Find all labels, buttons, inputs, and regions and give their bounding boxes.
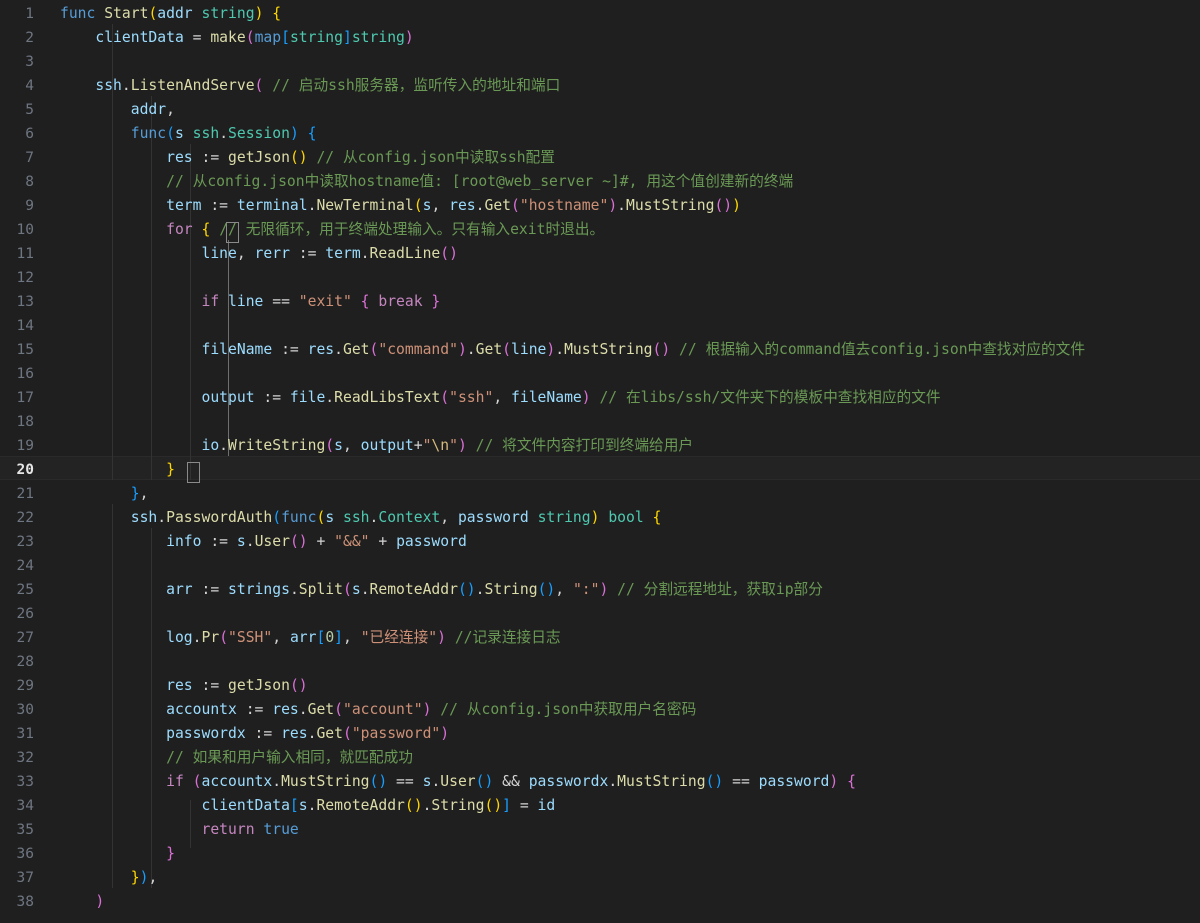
line-number[interactable]: 12 bbox=[0, 266, 34, 290]
line-number[interactable]: 26 bbox=[0, 602, 34, 626]
line-number[interactable]: 30 bbox=[0, 698, 34, 722]
line-number[interactable]: 31 bbox=[0, 722, 34, 746]
line-number[interactable]: 37 bbox=[0, 866, 34, 890]
token-comment: // 将文件内容打印到终端给用户 bbox=[475, 437, 694, 454]
line-number[interactable]: 29 bbox=[0, 674, 34, 698]
line-number[interactable]: 35 bbox=[0, 818, 34, 842]
token-string: "hostname" bbox=[519, 197, 609, 214]
code-line-17[interactable]: output := file.ReadLibsText("ssh", fileN… bbox=[60, 386, 941, 410]
line-number[interactable]: 28 bbox=[0, 650, 34, 674]
code-line-10[interactable]: for { // 无限循环，用于终端处理输入。只有输入exit时退出。 bbox=[60, 218, 604, 242]
token-string: "已经连接" bbox=[360, 629, 438, 646]
code-line-31[interactable]: passwordx := res.Get("password") bbox=[60, 722, 449, 746]
token-number: 0 bbox=[325, 629, 335, 646]
token-comment: // 分割远程地址，获取ip部分 bbox=[617, 581, 823, 598]
token-string: "account" bbox=[343, 701, 423, 718]
code-line-15[interactable]: fileName := res.Get("command").Get(line)… bbox=[60, 338, 1085, 362]
token-string: "ssh" bbox=[449, 389, 494, 406]
line-number[interactable]: 8 bbox=[0, 170, 34, 194]
token-comment: // 从config.json中读取hostname值: [root@web_s… bbox=[166, 173, 794, 190]
token-function: Start bbox=[104, 5, 149, 22]
code-line-30[interactable]: accountx := res.Get("account") // 从confi… bbox=[60, 698, 696, 722]
token-string: "&&" bbox=[334, 533, 370, 550]
token-string: "password" bbox=[351, 725, 441, 742]
token-string: "command" bbox=[378, 341, 458, 358]
code-editor[interactable]: 1 2 3 4 5 6 7 8 9 10 11 12 13 14 15 16 1… bbox=[0, 0, 1200, 923]
bracket-close: } bbox=[166, 461, 175, 478]
line-number[interactable]: 13 bbox=[0, 290, 34, 314]
line-number[interactable]: 17 bbox=[0, 386, 34, 410]
token-escape: \n bbox=[431, 437, 450, 454]
line-number[interactable]: 33 bbox=[0, 770, 34, 794]
code-line-20[interactable]: } bbox=[60, 458, 175, 482]
token-string: ":" bbox=[572, 581, 600, 598]
code-line-7[interactable]: res := getJson() // 从config.json中读取ssh配置 bbox=[60, 146, 555, 170]
line-number[interactable]: 27 bbox=[0, 626, 34, 650]
code-line-9[interactable]: term := terminal.NewTerminal(s, res.Get(… bbox=[60, 194, 741, 218]
line-number[interactable]: 1 bbox=[0, 2, 34, 26]
code-line-11[interactable]: line, rerr := term.ReadLine() bbox=[60, 242, 457, 266]
code-line-37[interactable]: }), bbox=[60, 866, 158, 890]
line-number[interactable]: 19 bbox=[0, 434, 34, 458]
code-line-6[interactable]: func(s ssh.Session) { bbox=[60, 122, 317, 146]
line-number[interactable]: 4 bbox=[0, 74, 34, 98]
token-comment: // 在libs/ssh/文件夹下的模板中查找相应的文件 bbox=[599, 389, 941, 406]
code-line-33[interactable]: if (accountx.MustString() == s.User() &&… bbox=[60, 770, 856, 794]
token-comment: // 无限循环，用于终端处理输入。只有输入exit时退出。 bbox=[219, 221, 605, 238]
line-number[interactable]: 15 bbox=[0, 338, 34, 362]
line-number-active[interactable]: 20 bbox=[0, 458, 34, 482]
line-number[interactable]: 3 bbox=[0, 50, 34, 74]
token-string: "SSH" bbox=[228, 629, 273, 646]
line-number[interactable]: 32 bbox=[0, 746, 34, 770]
line-number[interactable]: 23 bbox=[0, 530, 34, 554]
line-number[interactable]: 16 bbox=[0, 362, 34, 386]
code-line-5[interactable]: addr, bbox=[60, 98, 175, 122]
line-number[interactable]: 5 bbox=[0, 98, 34, 122]
code-line-25[interactable]: arr := strings.Split(s.RemoteAddr().Stri… bbox=[60, 578, 823, 602]
code-line-27[interactable]: log.Pr("SSH", arr[0], "已经连接") //记录连接日志 bbox=[60, 626, 561, 650]
line-number[interactable]: 34 bbox=[0, 794, 34, 818]
code-line-4[interactable]: ssh.ListenAndServe( // 启动ssh服务器，监听传入的地址和… bbox=[60, 74, 560, 98]
line-number[interactable]: 18 bbox=[0, 410, 34, 434]
code-line-29[interactable]: res := getJson() bbox=[60, 674, 308, 698]
line-number[interactable]: 6 bbox=[0, 122, 34, 146]
token-comment: // 从config.json中获取用户名密码 bbox=[440, 701, 697, 718]
code-line-35[interactable]: return true bbox=[60, 818, 298, 842]
line-number-gutter[interactable]: 1 2 3 4 5 6 7 8 9 10 11 12 13 14 15 16 1… bbox=[0, 0, 46, 923]
token-comment: // 从config.json中读取ssh配置 bbox=[316, 149, 555, 166]
code-line-36[interactable]: } bbox=[60, 842, 175, 866]
code-line-23[interactable]: info := s.User() + "&&" + password bbox=[60, 530, 467, 554]
line-number[interactable]: 25 bbox=[0, 578, 34, 602]
line-number[interactable]: 14 bbox=[0, 314, 34, 338]
line-number[interactable]: 9 bbox=[0, 194, 34, 218]
line-number[interactable]: 21 bbox=[0, 482, 34, 506]
code-line-34[interactable]: clientData[s.RemoteAddr().String()] = id bbox=[60, 794, 555, 818]
code-line-22[interactable]: ssh.PasswordAuth(func(s ssh.Context, pas… bbox=[60, 506, 662, 530]
line-number[interactable]: 11 bbox=[0, 242, 34, 266]
code-text-area[interactable]: func Start(addr string) { clientData = m… bbox=[60, 0, 1200, 923]
code-line-21[interactable]: }, bbox=[60, 482, 149, 506]
line-number[interactable]: 24 bbox=[0, 554, 34, 578]
line-number[interactable]: 10 bbox=[0, 218, 34, 242]
code-line-2[interactable]: clientData = make(map[string]string) bbox=[60, 26, 413, 50]
line-number[interactable]: 2 bbox=[0, 26, 34, 50]
code-line-19[interactable]: io.WriteString(s, output+"\n") // 将文件内容打… bbox=[60, 434, 693, 458]
code-line-1[interactable]: func Start(addr string) { bbox=[60, 2, 281, 26]
line-number[interactable]: 22 bbox=[0, 506, 34, 530]
token-comment: // 启动ssh服务器，监听传入的地址和端口 bbox=[272, 77, 561, 94]
code-line-32[interactable]: // 如果和用户输入相同，就匹配成功 bbox=[60, 746, 413, 770]
code-line-8[interactable]: // 从config.json中读取hostname值: [root@web_s… bbox=[60, 170, 793, 194]
line-number[interactable]: 38 bbox=[0, 890, 34, 914]
line-number[interactable]: 36 bbox=[0, 842, 34, 866]
line-number[interactable]: 7 bbox=[0, 146, 34, 170]
token-comment: // 如果和用户输入相同，就匹配成功 bbox=[166, 749, 413, 766]
token-comment: // 根据输入的command值去config.json中查找对应的文件 bbox=[679, 341, 1086, 358]
code-line-13[interactable]: if line == "exit" { break } bbox=[60, 290, 440, 314]
code-line-38[interactable]: ) bbox=[60, 890, 104, 914]
token-keyword: func bbox=[60, 5, 96, 22]
token-comment: //记录连接日志 bbox=[454, 629, 561, 646]
token-keyword: for bbox=[166, 221, 193, 238]
token-string: "exit" bbox=[298, 293, 352, 310]
